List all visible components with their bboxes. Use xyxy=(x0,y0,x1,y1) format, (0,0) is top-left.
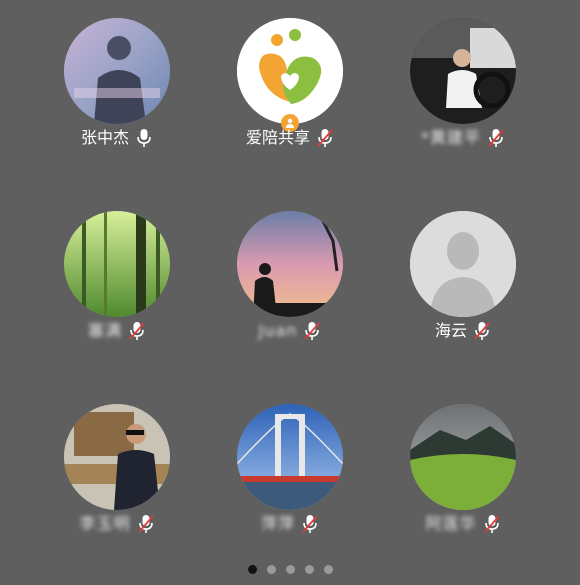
participant-name: 张中杰 xyxy=(80,128,129,147)
participant-name: 萍萍 xyxy=(260,514,295,533)
participant-name: 塞满 xyxy=(87,321,122,340)
participant-tile[interactable]: 爱陪共享 xyxy=(215,18,365,178)
participant-avatar[interactable] xyxy=(410,18,516,124)
mic-on-icon[interactable] xyxy=(135,128,153,148)
mic-muted-icon[interactable] xyxy=(487,128,505,148)
mic-muted-icon[interactable] xyxy=(483,514,501,534)
participant-avatar[interactable] xyxy=(64,211,170,317)
participant-tile[interactable]: Juan xyxy=(215,211,365,371)
participant-name-row: 阿莲华 xyxy=(388,512,538,536)
participant-avatar[interactable] xyxy=(410,211,516,317)
participant-name-row: 塞满 xyxy=(42,319,192,343)
participant-grid: 张中杰 爱陪共享 *黄建平 塞满 Juan 海云 李玉明 萍萍 阿莲华 xyxy=(0,0,580,585)
participant-avatar[interactable] xyxy=(237,211,343,317)
mic-muted-icon[interactable] xyxy=(301,514,319,534)
mic-muted-icon[interactable] xyxy=(137,514,155,534)
mic-muted-icon[interactable] xyxy=(473,321,491,341)
page-dot[interactable] xyxy=(266,564,276,574)
participant-name-row: Juan xyxy=(215,319,365,343)
participant-tile[interactable]: *黄建平 xyxy=(388,18,538,178)
page-dot-active[interactable] xyxy=(247,564,257,574)
participant-avatar[interactable] xyxy=(237,18,343,124)
participant-avatar[interactable] xyxy=(64,18,170,124)
participant-tile[interactable]: 塞满 xyxy=(42,211,192,371)
participant-avatar[interactable] xyxy=(64,404,170,510)
page-dot[interactable] xyxy=(285,564,295,574)
participant-name-row: 张中杰 xyxy=(42,126,192,150)
participant-name: Juan xyxy=(258,321,298,340)
participant-name: *黄建平 xyxy=(420,128,481,147)
participant-name-row: *黄建平 xyxy=(388,126,538,150)
mic-muted-icon[interactable] xyxy=(303,321,321,341)
participant-name: 李玉明 xyxy=(79,514,131,533)
mic-muted-icon[interactable] xyxy=(128,321,146,341)
participant-avatar[interactable] xyxy=(237,404,343,510)
participant-name: 爱陪共享 xyxy=(245,128,310,147)
page-dot[interactable] xyxy=(323,564,333,574)
participant-name-row: 海云 xyxy=(388,319,538,343)
participant-name-row: 李玉明 xyxy=(42,512,192,536)
participant-tile[interactable]: 李玉明 xyxy=(42,404,192,564)
participant-tile[interactable]: 海云 xyxy=(388,211,538,371)
page-indicator[interactable] xyxy=(0,561,580,577)
participant-tile[interactable]: 张中杰 xyxy=(42,18,192,178)
mic-muted-icon[interactable] xyxy=(316,128,334,148)
participant-name-row: 萍萍 xyxy=(215,512,365,536)
page-dot[interactable] xyxy=(304,564,314,574)
participant-avatar[interactable] xyxy=(410,404,516,510)
participant-name: 海云 xyxy=(434,321,467,340)
participant-tile[interactable]: 阿莲华 xyxy=(388,404,538,564)
participant-name: 阿莲华 xyxy=(425,514,477,533)
participant-tile[interactable]: 萍萍 xyxy=(215,404,365,564)
participant-name-row: 爱陪共享 xyxy=(215,126,365,150)
